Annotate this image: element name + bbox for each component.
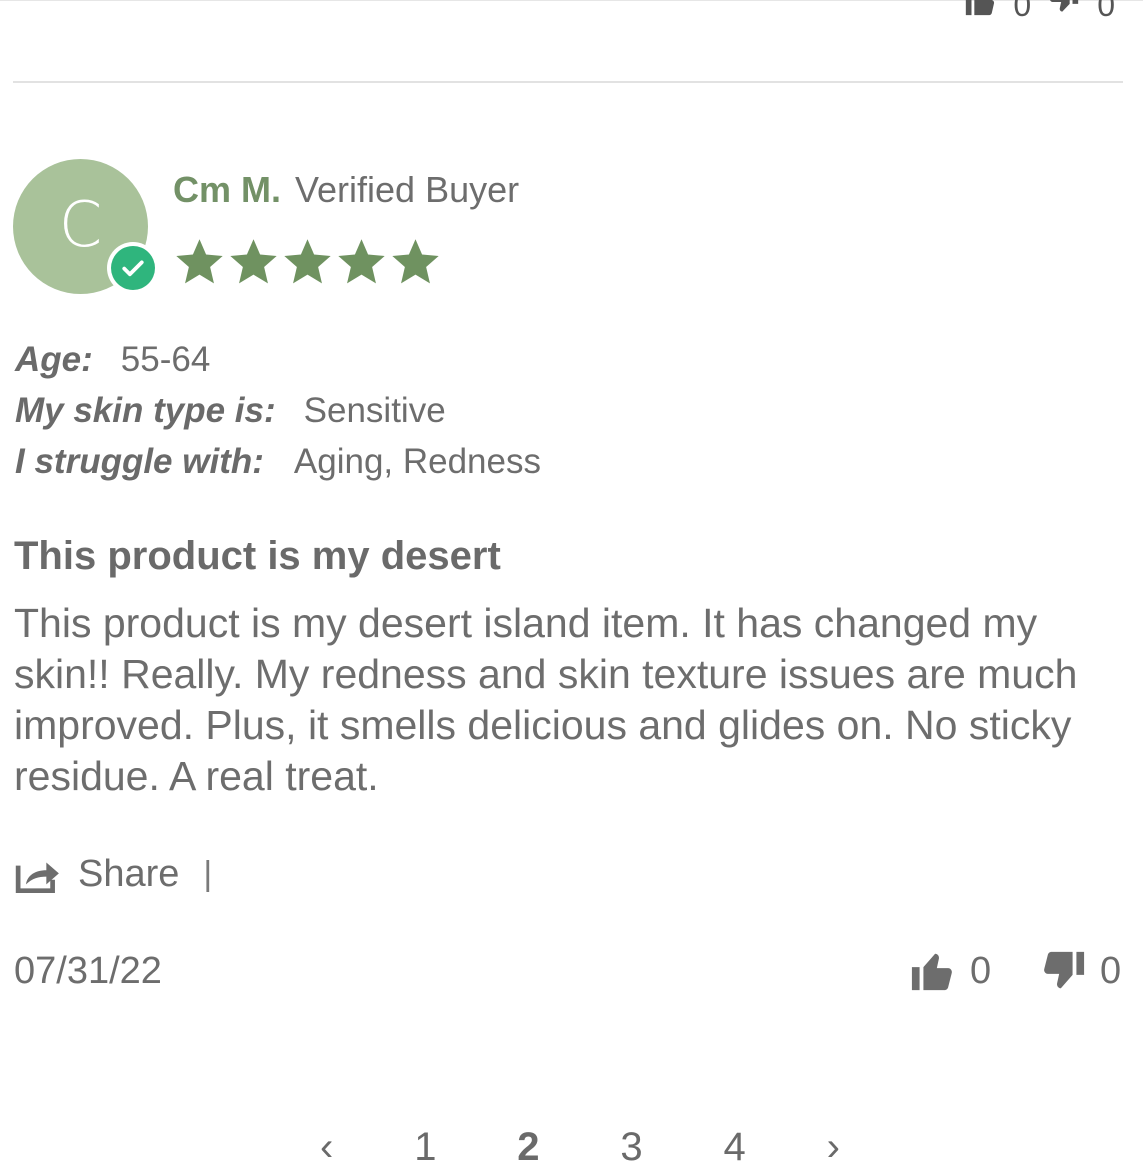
star-icon [176, 239, 223, 284]
attribute-struggle: I struggle with: Aging, Redness [15, 442, 541, 482]
unhelpful-vote-button[interactable]: 0 [1040, 948, 1121, 994]
prev-helpful-count: 0 [1013, 0, 1032, 23]
star-icon [230, 239, 277, 284]
attribute-value: Aging, Redness [293, 442, 541, 481]
verified-badge [107, 242, 159, 294]
check-icon [122, 260, 144, 277]
review-date: 07/31/22 [14, 950, 162, 992]
review-title: This product is my desert [14, 534, 501, 578]
attribute-label: Age: [15, 340, 93, 379]
review-body: This product is my desert island item. I… [14, 600, 1078, 799]
share-label: Share [78, 853, 180, 895]
star-icon [338, 239, 385, 284]
attribute-label: My skin type is: [15, 391, 276, 430]
attribute-age: Age: 55-64 [15, 340, 210, 380]
star-rating [174, 236, 441, 287]
prev-thumbs-down-icon[interactable] [1047, 0, 1081, 26]
thumbs-up-icon [911, 953, 952, 991]
helpful-vote-button[interactable]: 0 [910, 948, 991, 994]
pagination-page-current[interactable]: 2 [517, 1125, 539, 1170]
share-icon [15, 861, 59, 893]
pagination-page[interactable]: 3 [620, 1125, 642, 1170]
verified-buyer-label: Verified Buyer [295, 169, 520, 210]
pagination-prev[interactable]: ‹ [320, 1125, 333, 1170]
attribute-label: I struggle with: [15, 442, 264, 481]
prev-unhelpful-count: 0 [1097, 0, 1115, 23]
share-button[interactable]: Share | [15, 853, 212, 896]
pagination-page[interactable]: 4 [724, 1125, 746, 1170]
pagination: ‹ 1 2 3 4 › [320, 1125, 840, 1170]
prev-thumbs-up-icon[interactable] [963, 0, 997, 26]
pagination-page[interactable]: 1 [414, 1125, 436, 1170]
reviewer-line: Cm M. Verified Buyer [173, 169, 519, 211]
pagination-next[interactable]: › [827, 1125, 840, 1170]
review-divider [13, 81, 1123, 83]
star-icon [392, 239, 439, 284]
previous-review-votes: 0 0 [963, 0, 1115, 26]
reviewer-name[interactable]: Cm M. [173, 169, 281, 211]
attribute-value: 55-64 [120, 340, 211, 379]
unhelpful-count: 0 [1100, 949, 1122, 992]
attribute-value: Sensitive [303, 391, 446, 430]
helpful-count: 0 [970, 949, 992, 992]
avatar-initial: C [58, 188, 103, 261]
star-icon [284, 239, 331, 284]
attribute-skin-type: My skin type is: Sensitive [15, 391, 446, 431]
share-separator: | [203, 855, 213, 893]
thumbs-down-icon [1044, 951, 1085, 989]
